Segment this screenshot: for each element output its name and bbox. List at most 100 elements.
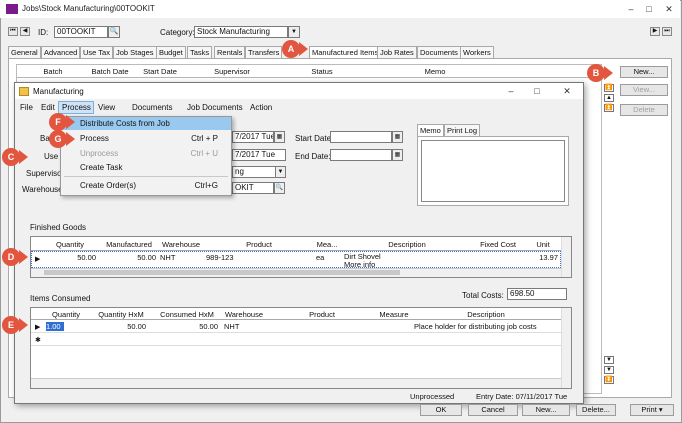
maximize-button[interactable]: □	[642, 3, 656, 15]
tab-print-log[interactable]: Print Log	[444, 124, 481, 136]
print-button[interactable]: Print ▾	[630, 404, 674, 416]
nav-next-button[interactable]: ▶	[650, 27, 660, 36]
fg-col-fixed-cost[interactable]: Fixed Cost	[472, 240, 524, 249]
tab-job-stages[interactable]: Job Stages	[113, 46, 157, 58]
move-down-icon[interactable]: ▼	[604, 356, 614, 364]
menu-view[interactable]: View	[98, 103, 115, 112]
user-date-field[interactable]: 7/2017 Tue	[232, 149, 286, 161]
menu-item-process[interactable]: Process	[80, 134, 109, 143]
move-bottom-icon[interactable]: ⏬	[604, 376, 614, 384]
memo-textarea[interactable]	[421, 140, 565, 202]
ic-quantity[interactable]: 1.00	[46, 322, 64, 331]
tab-general[interactable]: General	[8, 46, 41, 58]
dialog-minimize-button[interactable]: –	[504, 85, 518, 97]
ic-col-product[interactable]: Product	[268, 310, 376, 319]
new-row[interactable]	[31, 333, 561, 346]
menu-documents[interactable]: Documents	[132, 103, 172, 112]
menu-item-unprocess[interactable]: Unprocess	[80, 149, 118, 158]
col-batch[interactable]: Batch	[38, 67, 68, 76]
nav-last-button[interactable]: ⏭	[662, 27, 672, 36]
chevron-down-icon[interactable]: ▼	[288, 26, 300, 38]
cancel-button[interactable]: Cancel	[468, 404, 518, 416]
delete-batch-button[interactable]: Delete	[620, 104, 668, 116]
menu-process[interactable]: Process	[62, 103, 91, 112]
ic-quantity-hxm[interactable]: 50.00	[92, 322, 146, 331]
chevron-down-icon[interactable]: ▼	[275, 166, 286, 178]
fg-scroll-thumb[interactable]	[44, 270, 400, 275]
nav-prev-button[interactable]: ◀	[20, 27, 30, 36]
col-status[interactable]: Status	[306, 67, 338, 76]
dialog-close-button[interactable]: ✕	[560, 85, 574, 97]
fg-col-unit[interactable]: Unit	[526, 240, 560, 249]
new-button[interactable]: New...	[522, 404, 570, 416]
calendar-icon[interactable]: ▦	[392, 149, 403, 161]
fg-vertical-scrollbar[interactable]	[561, 237, 571, 277]
fg-col-measure[interactable]: Mea...	[314, 240, 340, 249]
ic-col-warehouse[interactable]: Warehouse	[222, 310, 266, 319]
delete-button[interactable]: Delete...	[576, 404, 616, 416]
menu-file[interactable]: File	[20, 103, 33, 112]
move-top-icon[interactable]: ⏫	[604, 84, 614, 92]
search-icon[interactable]: 🔍	[274, 182, 285, 194]
fg-col-product[interactable]: Product	[204, 240, 314, 249]
col-start-date[interactable]: Start Date	[140, 67, 180, 76]
tab-transfers[interactable]: Transfers	[245, 46, 283, 58]
calendar-icon[interactable]: ▦	[392, 131, 403, 143]
fg-product[interactable]: 989-123	[206, 253, 314, 262]
category-select[interactable]: Stock Manufacturing	[194, 26, 288, 38]
id-field[interactable]: 00TOOKIT	[54, 26, 108, 38]
supervisor-select[interactable]: ng	[232, 166, 276, 178]
ic-horizontal-scrollbar[interactable]	[31, 378, 561, 388]
batch-date-field[interactable]: 7/2017 Tue	[232, 131, 274, 143]
move-down2-icon[interactable]: ▼	[604, 366, 614, 374]
minimize-button[interactable]: –	[624, 3, 638, 15]
new-batch-button[interactable]: New...	[620, 66, 668, 78]
fg-col-description[interactable]: Description	[342, 240, 472, 249]
tab-budget[interactable]: Budget	[156, 46, 186, 58]
ic-col-measure[interactable]: Measure	[376, 310, 412, 319]
tab-job-rates[interactable]: Job Rates	[377, 46, 417, 58]
tab-use-tax[interactable]: Use Tax	[80, 46, 113, 58]
ok-button[interactable]: OK	[420, 404, 462, 416]
warehouse-field[interactable]: OKIT	[232, 182, 274, 194]
ic-description[interactable]: Place holder for distributing job costs	[414, 322, 560, 331]
fg-col-quantity[interactable]: Quantity	[44, 240, 96, 249]
close-button[interactable]: ✕	[662, 3, 676, 15]
tab-rentals[interactable]: Rentals	[214, 46, 246, 58]
fg-manufactured[interactable]: 50.00	[100, 253, 156, 262]
move-up-icon[interactable]: ▲	[604, 94, 614, 102]
move-top2-icon[interactable]: ⏫	[604, 104, 614, 112]
menu-edit[interactable]: Edit	[41, 103, 55, 112]
col-batch-date[interactable]: Batch Date	[88, 67, 132, 76]
fg-warehouse[interactable]: NHT	[160, 253, 204, 262]
tab-tasks[interactable]: Tasks	[187, 46, 213, 58]
ic-col-consumed-hxm[interactable]: Consumed HxM	[154, 310, 220, 319]
ic-vertical-scrollbar[interactable]	[561, 308, 571, 388]
view-batch-button[interactable]: View...	[620, 84, 668, 96]
ic-col-quantity-hxm[interactable]: Quantity HxM	[92, 310, 150, 319]
dialog-maximize-button[interactable]: □	[530, 85, 544, 97]
tab-documents[interactable]: Documents	[417, 46, 461, 58]
fg-quantity[interactable]: 50.00	[44, 253, 96, 262]
ic-col-description[interactable]: Description	[412, 310, 560, 319]
tab-manufactured-items[interactable]: Manufactured Items	[309, 46, 382, 58]
ic-col-quantity[interactable]: Quantity	[44, 310, 88, 319]
end-date-field[interactable]	[330, 149, 392, 161]
calendar-icon[interactable]: ▦	[274, 131, 285, 143]
fg-col-manufactured[interactable]: Manufactured	[100, 240, 158, 249]
search-icon[interactable]: 🔍	[108, 26, 120, 38]
menu-item-create-orders[interactable]: Create Order(s)	[80, 181, 136, 190]
start-date-field[interactable]	[330, 131, 392, 143]
fg-unit[interactable]: 13.97	[526, 253, 558, 262]
tab-memo[interactable]: Memo	[417, 124, 444, 136]
menu-job-documents[interactable]: Job Documents	[187, 103, 243, 112]
tab-advanced[interactable]: Advanced	[41, 46, 81, 58]
menu-item-distribute-costs[interactable]: Distribute Costs from Job	[80, 119, 170, 128]
tab-workers[interactable]: Workers	[460, 46, 494, 58]
nav-first-button[interactable]: ⏮	[8, 27, 18, 36]
ic-warehouse[interactable]: NHT	[224, 322, 266, 331]
menu-item-create-task[interactable]: Create Task	[80, 163, 123, 172]
col-supervisor[interactable]: Supervisor	[210, 67, 254, 76]
fg-col-warehouse[interactable]: Warehouse	[158, 240, 204, 249]
ic-consumed-hxm[interactable]: 50.00	[154, 322, 218, 331]
